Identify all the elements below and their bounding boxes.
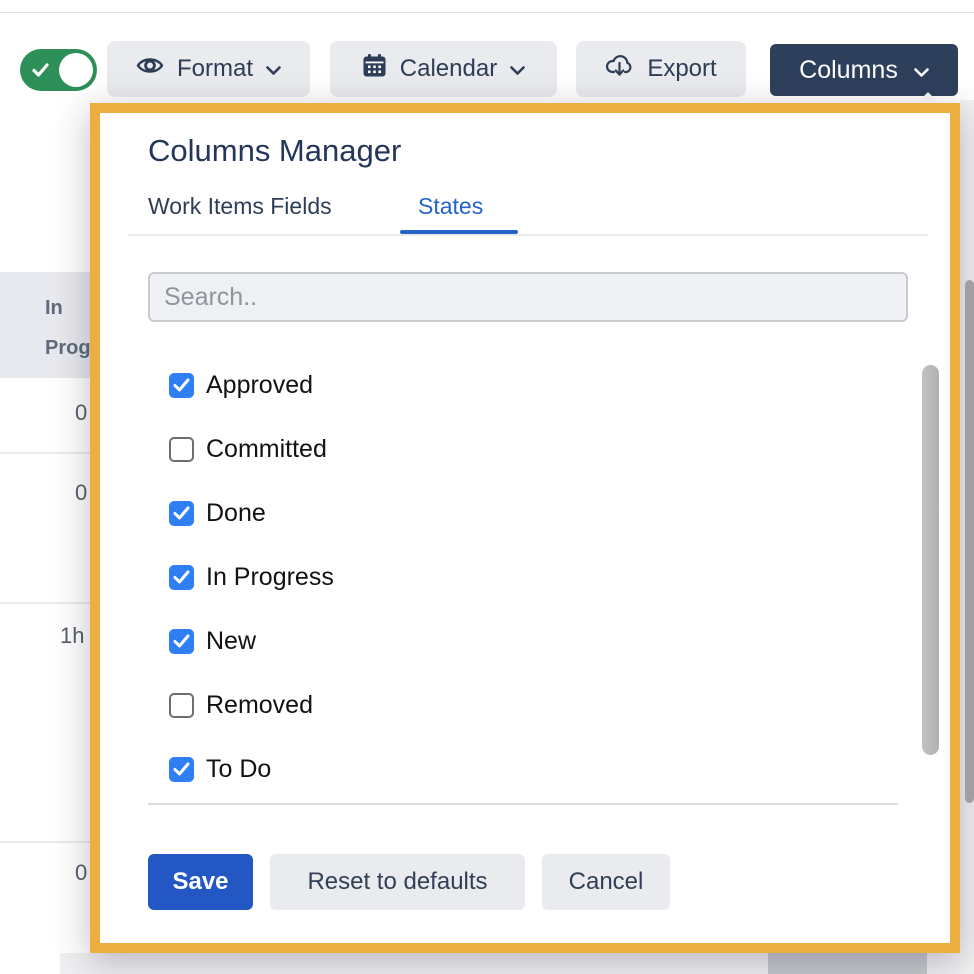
popup-caret bbox=[917, 92, 939, 103]
state-row-removed[interactable]: Removed bbox=[169, 673, 769, 737]
reset-to-defaults-button[interactable]: Reset to defaults bbox=[270, 854, 525, 910]
format-button-label: Format bbox=[177, 55, 253, 83]
tabs-baseline bbox=[128, 234, 928, 236]
chevron-down-icon bbox=[914, 56, 929, 85]
tab-work-items-fields[interactable]: Work Items Fields bbox=[148, 193, 332, 220]
state-row-approved[interactable]: Approved bbox=[169, 353, 769, 417]
chevron-down-icon bbox=[266, 55, 281, 83]
checkbox-unchecked[interactable] bbox=[169, 693, 194, 718]
checkbox-checked[interactable] bbox=[169, 373, 194, 398]
bg-row-divider bbox=[0, 841, 92, 843]
toggle-knob[interactable] bbox=[59, 53, 93, 87]
bg-header-line2: Prog bbox=[45, 328, 96, 368]
bg-table-cell: 0 bbox=[0, 480, 91, 510]
bg-table-cell: 0 bbox=[0, 400, 91, 430]
bottom-cropped-element bbox=[768, 953, 927, 974]
bg-table-cell: 1h 3 bbox=[0, 623, 91, 653]
format-button[interactable]: Format bbox=[107, 41, 310, 97]
bg-row-divider bbox=[0, 452, 92, 454]
state-row-new[interactable]: New bbox=[169, 609, 769, 673]
checkbox-checked[interactable] bbox=[169, 757, 194, 782]
enabled-toggle[interactable] bbox=[20, 49, 97, 91]
states-list: Approved Committed Done In Progress New Remov… bbox=[169, 353, 769, 801]
state-label: To Do bbox=[206, 755, 271, 784]
calendar-button[interactable]: Calendar bbox=[330, 41, 557, 97]
save-button[interactable]: Save bbox=[148, 854, 253, 910]
footer-divider bbox=[148, 803, 898, 805]
tab-states[interactable]: States bbox=[418, 193, 483, 220]
bg-table-column-header: In Prog bbox=[0, 272, 96, 378]
columns-button[interactable]: Columns bbox=[770, 44, 958, 96]
bg-header-line1: In bbox=[45, 288, 96, 328]
search-input[interactable] bbox=[148, 272, 908, 322]
popup-scrollbar-thumb[interactable] bbox=[922, 365, 939, 755]
checkbox-unchecked[interactable] bbox=[169, 437, 194, 462]
bg-table-cell: 0 bbox=[0, 860, 91, 890]
state-label: New bbox=[206, 627, 256, 656]
export-button[interactable]: Export bbox=[576, 41, 746, 97]
checkbox-checked[interactable] bbox=[169, 501, 194, 526]
state-label: Done bbox=[206, 499, 266, 528]
columns-manager-popup: Columns Manager Work Items Fields States… bbox=[90, 103, 960, 953]
state-label: Approved bbox=[206, 371, 313, 400]
state-row-in-progress[interactable]: In Progress bbox=[169, 545, 769, 609]
state-label: Committed bbox=[206, 435, 327, 464]
active-tab-underline bbox=[400, 230, 518, 234]
columns-button-label: Columns bbox=[799, 56, 898, 85]
top-divider bbox=[0, 12, 974, 13]
state-row-to-do[interactable]: To Do bbox=[169, 737, 769, 801]
state-row-done[interactable]: Done bbox=[169, 481, 769, 545]
bg-row-divider bbox=[0, 602, 92, 604]
calendar-icon bbox=[362, 53, 387, 85]
checkbox-checked[interactable] bbox=[169, 565, 194, 590]
state-row-committed[interactable]: Committed bbox=[169, 417, 769, 481]
calendar-button-label: Calendar bbox=[400, 55, 497, 83]
state-label: In Progress bbox=[206, 563, 334, 592]
page-scrollbar-thumb[interactable] bbox=[965, 280, 974, 803]
cloud-download-icon bbox=[605, 53, 634, 85]
cancel-button[interactable]: Cancel bbox=[542, 854, 670, 910]
state-label: Removed bbox=[206, 691, 313, 720]
eye-icon bbox=[136, 55, 164, 83]
popup-title: Columns Manager bbox=[148, 133, 401, 169]
checkbox-checked[interactable] bbox=[169, 629, 194, 654]
chevron-down-icon bbox=[510, 55, 525, 83]
export-button-label: Export bbox=[647, 55, 716, 83]
toggle-check-icon bbox=[32, 63, 49, 82]
